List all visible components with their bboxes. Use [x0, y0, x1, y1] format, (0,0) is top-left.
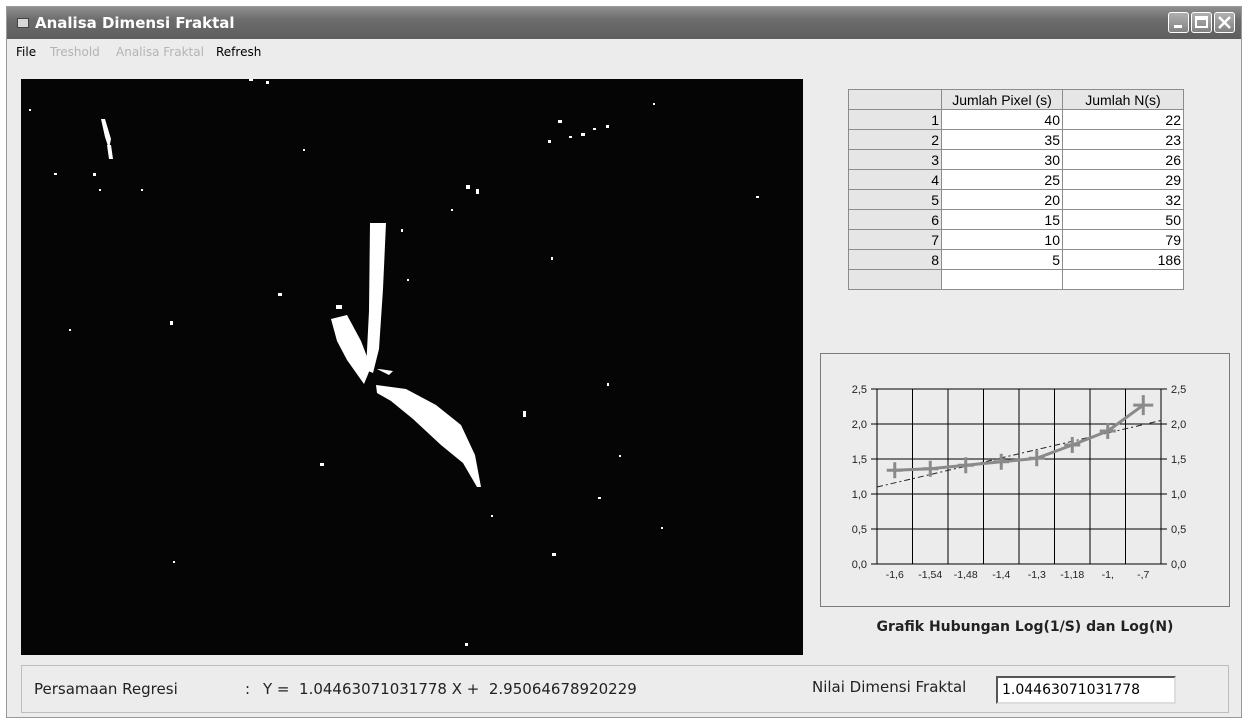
title-bar[interactable]: Analisa Dimensi Fraktal	[7, 7, 1241, 39]
cell-pixel[interactable]: 40	[941, 109, 1063, 130]
chart-frame: 2,5 2,5 2,0 2,0 1,5 1,5 1,0 1,0 0,5 0,5 0,0 0,0 -1,6…	[820, 353, 1230, 607]
row-index-empty	[848, 269, 942, 290]
grid-header-corner	[848, 89, 942, 110]
menu-treshold[interactable]: Treshold	[50, 45, 100, 59]
close-button[interactable]	[1214, 12, 1235, 33]
result-panel: Persamaan Regresi : Y = 1.04463071031778…	[21, 665, 1229, 713]
cell-n[interactable]: 22	[1062, 109, 1184, 130]
x-tick-label: -1,3	[1028, 569, 1046, 581]
regression-colon: :	[245, 680, 251, 698]
y-tick-label-left: 2,0	[852, 419, 867, 431]
cell-n[interactable]: 32	[1062, 189, 1184, 210]
table-row-empty[interactable]	[848, 269, 1184, 290]
minimize-icon	[1174, 25, 1182, 28]
cell-pixel[interactable]: 5	[941, 249, 1063, 270]
row-index: 1	[848, 109, 942, 130]
data-point-marker	[957, 457, 974, 474]
log-chart: 2,5 2,5 2,0 2,0 1,5 1,5 1,0 1,0 0,5 0,5 0,0 0,0 -1,6…	[852, 384, 1187, 581]
grid-header-pixel: Jumlah Pixel (s)	[941, 89, 1063, 110]
x-tick-label: -1,48	[954, 569, 978, 581]
y-tick-label-left: 1,0	[852, 489, 867, 501]
grid-header-n: Jumlah N(s)	[1062, 89, 1184, 110]
row-index: 3	[848, 149, 942, 170]
fractal-dimension-field[interactable]	[996, 676, 1176, 704]
table-row[interactable]: 2 35 23	[848, 129, 1184, 150]
cell-pixel[interactable]: 35	[941, 129, 1063, 150]
y-tick-label-right: 1,0	[1171, 489, 1186, 501]
y-tick-label-right: 1,5	[1171, 454, 1186, 466]
maximize-icon	[1195, 16, 1208, 28]
x-tick-label: -,7	[1137, 569, 1149, 581]
row-index: 5	[848, 189, 942, 210]
table-row[interactable]: 5 20 32	[848, 189, 1184, 210]
row-index: 2	[848, 129, 942, 150]
cell-pixel[interactable]: 10	[941, 229, 1063, 250]
y-tick-label-right: 0,0	[1171, 559, 1186, 571]
table-row[interactable]: 3 30 26	[848, 149, 1184, 170]
main-window: Analisa Dimensi Fraktal File Treshold An…	[6, 6, 1242, 718]
cell-pixel[interactable]: 25	[941, 169, 1063, 190]
app-icon	[17, 18, 29, 28]
table-row[interactable]: 6 15 50	[848, 209, 1184, 230]
x-tick-label: -1,18	[1060, 569, 1084, 581]
window-title: Analisa Dimensi Fraktal	[35, 14, 235, 32]
data-point-marker	[1028, 450, 1045, 467]
x-tick-label: -1,54	[918, 569, 942, 581]
row-index: 7	[848, 229, 942, 250]
table-row[interactable]: 4 25 29	[848, 169, 1184, 190]
regression-equation: Y = 1.04463071031778 X + 2.9506467892022…	[263, 680, 637, 698]
x-tick-label: -1,4	[992, 569, 1010, 581]
table-row[interactable]: 1 40 22	[848, 109, 1184, 130]
binary-image-view	[21, 79, 803, 655]
cell-empty[interactable]	[1062, 269, 1184, 290]
menu-file[interactable]: File	[16, 45, 36, 59]
data-point-marker	[922, 460, 939, 477]
y-tick-label-left: 1,5	[852, 454, 867, 466]
data-point-marker	[1133, 395, 1154, 416]
cell-n[interactable]: 23	[1062, 129, 1184, 150]
menu-bar: File Treshold Analisa Fraktal Refresh	[7, 39, 1241, 63]
y-tick-label-left: 2,5	[852, 384, 867, 396]
cell-pixel[interactable]: 15	[941, 209, 1063, 230]
cell-n[interactable]: 186	[1062, 249, 1184, 270]
data-point-marker	[1064, 437, 1081, 453]
data-point-marker	[993, 453, 1010, 470]
row-index: 8	[848, 249, 942, 270]
y-tick-label-right: 2,5	[1171, 384, 1186, 396]
cell-n[interactable]: 79	[1062, 229, 1184, 250]
chart-title: Grafik Hubungan Log(1/S) dan Log(N)	[876, 619, 1174, 635]
close-icon	[1218, 16, 1231, 29]
menu-analisa-fraktal[interactable]: Analisa Fraktal	[116, 45, 204, 59]
table-row[interactable]: 8 5 186	[848, 249, 1184, 270]
fractal-dimension-label: Nilai Dimensi Fraktal	[812, 678, 967, 696]
regression-label: Persamaan Regresi	[34, 680, 178, 698]
y-tick-label-left: 0,5	[852, 524, 867, 536]
cell-n[interactable]: 50	[1062, 209, 1184, 230]
thresholded-image	[29, 79, 759, 646]
menu-refresh[interactable]: Refresh	[216, 45, 261, 59]
maximize-button[interactable]	[1191, 12, 1212, 33]
x-tick-label: -1,	[1102, 569, 1114, 581]
y-tick-label-right: 2,0	[1171, 419, 1186, 431]
data-point-marker	[886, 462, 903, 479]
row-index: 4	[848, 169, 942, 190]
row-index: 6	[848, 209, 942, 230]
y-tick-label-right: 0,5	[1171, 524, 1186, 536]
cell-n[interactable]: 26	[1062, 149, 1184, 170]
x-tick-label: -1,6	[886, 569, 904, 581]
data-grid: Jumlah Pixel (s) Jumlah N(s) 1 40 22 2 35 23…	[848, 89, 1184, 290]
y-tick-label-left: 0,0	[852, 559, 867, 571]
table-row[interactable]: 7 10 79	[848, 229, 1184, 250]
minimize-button[interactable]	[1168, 12, 1189, 33]
cell-empty[interactable]	[941, 269, 1063, 290]
cell-pixel[interactable]: 30	[941, 149, 1063, 170]
cell-n[interactable]: 29	[1062, 169, 1184, 190]
cell-pixel[interactable]: 20	[941, 189, 1063, 210]
